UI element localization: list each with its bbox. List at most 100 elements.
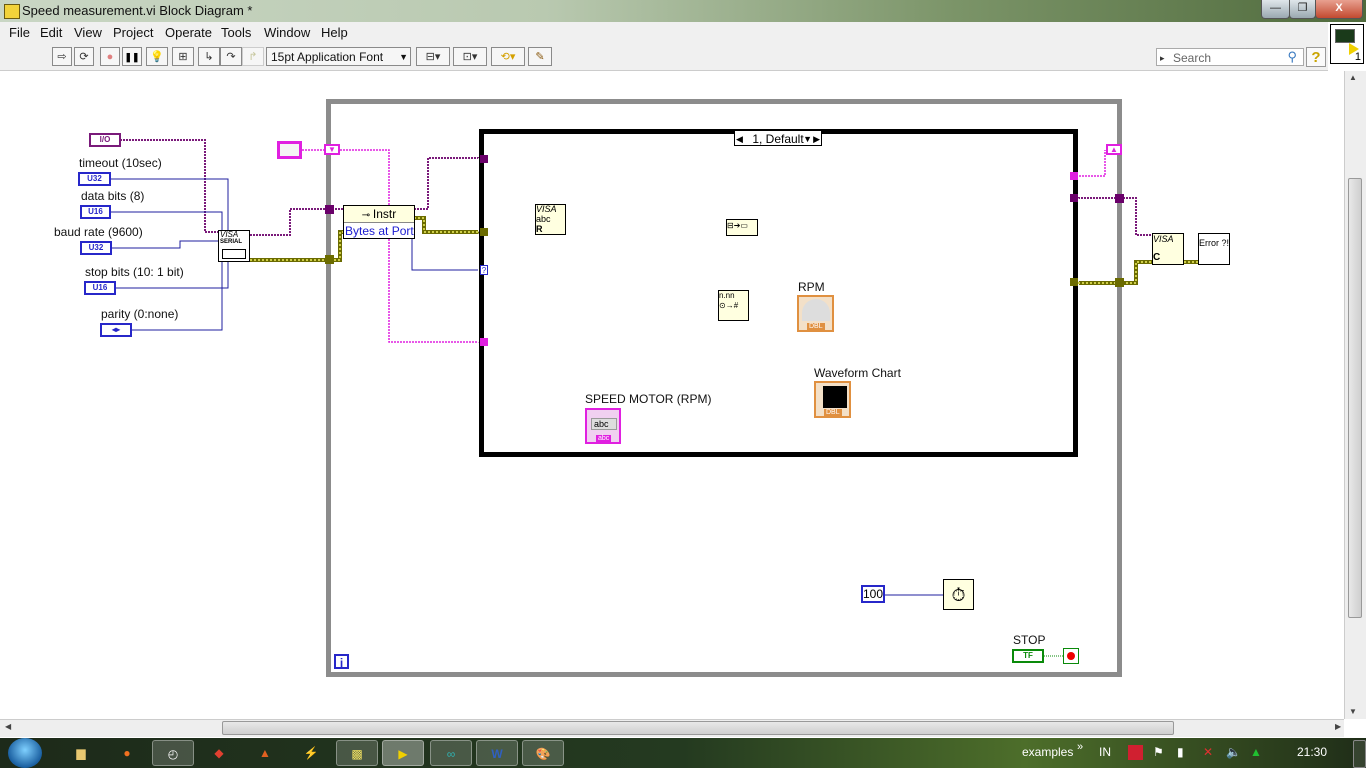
- tray-clock[interactable]: 21:30: [1297, 745, 1327, 759]
- taskbar-arduino-icon[interactable]: ∞: [430, 740, 472, 766]
- visa-serial-title: VISA: [220, 230, 239, 239]
- increment-case-icon[interactable]: ▶: [813, 131, 820, 147]
- chart-icon: [823, 386, 847, 408]
- scroll-right-icon[interactable]: ▶: [1335, 722, 1341, 731]
- visa-read-title: VISA: [536, 204, 557, 214]
- tray-power-icon[interactable]: ▮: [1177, 745, 1184, 759]
- case-selector-terminal: ?: [480, 265, 488, 275]
- taskbar-explorer-icon[interactable]: ▆: [60, 740, 102, 766]
- visa-resource-control[interactable]: I/O: [89, 133, 121, 147]
- scroll-up-icon[interactable]: ▲: [1349, 73, 1357, 82]
- visa-serial-subtitle: SERIAL: [220, 239, 243, 245]
- show-desktop-button[interactable]: [1353, 740, 1366, 768]
- case-tunnel-visa-out: [1070, 194, 1078, 202]
- tray-flag-icon[interactable]: ⚑: [1153, 745, 1164, 759]
- visa-close-node[interactable]: VISA C: [1152, 233, 1184, 265]
- visa-configure-serial-node[interactable]: VISA SERIAL: [218, 230, 250, 262]
- chevron-down-icon[interactable]: ▼: [803, 131, 812, 147]
- key-icon: ⊸: [361, 210, 373, 221]
- speed-motor-label: SPEED MOTOR (RPM): [585, 392, 712, 406]
- stop-label: STOP: [1013, 633, 1046, 647]
- taskbar-labview-timer-icon[interactable]: ◴: [152, 740, 194, 766]
- case-selector-value: 1, Default: [752, 132, 804, 146]
- loop-iteration-terminal[interactable]: i: [334, 654, 349, 670]
- case-tunnel-error-out: [1070, 278, 1078, 286]
- waveform-chart-indicator[interactable]: DBL: [814, 381, 851, 418]
- concatenate-icon: ⊟➔▭: [727, 221, 748, 230]
- case-tunnel-visa-in: [480, 155, 488, 163]
- stop-button-control[interactable]: TF: [1012, 649, 1044, 663]
- case-tunnel-string-in: [480, 338, 488, 346]
- taskbar-sticky-notes-icon[interactable]: ▩: [336, 740, 378, 766]
- visa-read-abc: abc: [536, 214, 551, 224]
- convert-arrow-icon: ⊙→#: [719, 301, 739, 310]
- tray-toolbar-label[interactable]: examples: [1022, 745, 1073, 759]
- parity-control[interactable]: ◂▸: [100, 323, 132, 337]
- string-to-number-label: n.nn: [719, 291, 735, 300]
- visa-close-c: C: [1153, 252, 1161, 263]
- tray-app-icon[interactable]: [1128, 745, 1143, 760]
- wait-ms-constant[interactable]: 100: [861, 585, 885, 603]
- empty-string-constant[interactable]: [277, 141, 302, 159]
- taskbar-matlab-icon[interactable]: ▲: [244, 740, 286, 766]
- baud-rate-control[interactable]: U32: [80, 241, 112, 255]
- tunnel-error-in: [325, 255, 334, 264]
- start-button[interactable]: [8, 738, 42, 768]
- parity-label: parity (0:none): [101, 307, 179, 321]
- taskbar-tool-icon[interactable]: ⚡: [290, 740, 332, 766]
- case-tunnel-string-out: [1070, 172, 1078, 180]
- taskbar-word-icon[interactable]: W: [476, 740, 518, 766]
- rpm-gauge-indicator[interactable]: DBL: [797, 295, 834, 332]
- wait-ms-node[interactable]: ⏱: [943, 579, 974, 610]
- concatenate-strings-node[interactable]: ⊟➔▭: [726, 219, 758, 236]
- wire-visa-resource: [120, 139, 220, 233]
- case-tunnel-error-in: [480, 228, 488, 236]
- chart-type-badge: DBL: [824, 409, 842, 416]
- serial-port-icon: [222, 249, 246, 259]
- rpm-type-badge: DBL: [807, 323, 825, 330]
- property-bytes-at-port[interactable]: Bytes at Port: [344, 223, 414, 239]
- speed-motor-string-indicator[interactable]: abc abc: [585, 408, 621, 444]
- speed-type-badge: abc: [596, 435, 612, 442]
- taskbar-paint-icon[interactable]: 🎨: [522, 740, 564, 766]
- horizontal-scroll-thumb[interactable]: [222, 721, 1174, 735]
- tray-language[interactable]: IN: [1099, 745, 1111, 759]
- tray-network-icon[interactable]: ✕: [1203, 745, 1213, 759]
- case-structure-body: [484, 134, 1073, 452]
- taskbar-firefox-icon[interactable]: ●: [106, 740, 148, 766]
- visa-close-title: VISA: [1153, 234, 1174, 244]
- speed-motor-value: abc: [591, 418, 617, 430]
- taskbar-book-icon[interactable]: ◆: [198, 740, 240, 766]
- tray-green-triangle-icon[interactable]: ▲: [1250, 745, 1262, 759]
- data-bits-control[interactable]: U16: [80, 205, 111, 219]
- timeout-control[interactable]: U32: [78, 172, 111, 186]
- case-selector[interactable]: ◀ 1, Default ▼ ▶: [734, 130, 822, 146]
- tunnel-error-out: [1115, 278, 1124, 287]
- rpm-label: RPM: [798, 280, 825, 294]
- loop-condition-terminal[interactable]: [1063, 648, 1079, 664]
- decrement-case-icon[interactable]: ◀: [736, 131, 743, 147]
- metronome-icon: ⏱: [951, 585, 966, 605]
- scroll-down-icon[interactable]: ▼: [1349, 707, 1357, 716]
- vertical-scroll-thumb[interactable]: [1348, 178, 1362, 618]
- stop-sign-icon: [1067, 652, 1075, 660]
- tunnel-visa-out: [1115, 194, 1124, 203]
- wire-baud-rate: [110, 240, 220, 249]
- taskbar-labview-icon[interactable]: ▶: [382, 740, 424, 766]
- waveform-chart-label: Waveform Chart: [814, 366, 901, 380]
- shift-register-right[interactable]: ▲: [1106, 144, 1122, 155]
- timeout-label: timeout (10sec): [79, 156, 162, 170]
- shift-register-left[interactable]: ▼: [324, 144, 340, 155]
- tunnel-visa-in: [325, 205, 334, 214]
- baud-rate-label: baud rate (9600): [54, 225, 143, 239]
- simple-error-handler-node[interactable]: Error ?!: [1198, 233, 1230, 265]
- tray-volume-icon[interactable]: 🔈: [1226, 745, 1241, 759]
- visa-read-r: R: [536, 224, 543, 234]
- fract-exp-string-to-number-node[interactable]: n.nn ⊙→#: [718, 290, 749, 321]
- visa-read-node[interactable]: VISA abc R: [535, 204, 566, 235]
- case-structure[interactable]: [478, 128, 1079, 458]
- stop-bits-control[interactable]: U16: [84, 281, 116, 295]
- scroll-left-icon[interactable]: ◀: [5, 722, 11, 731]
- property-node[interactable]: ⊸ Instr Bytes at Port: [343, 205, 415, 239]
- tray-chevron-icon[interactable]: »: [1077, 741, 1083, 753]
